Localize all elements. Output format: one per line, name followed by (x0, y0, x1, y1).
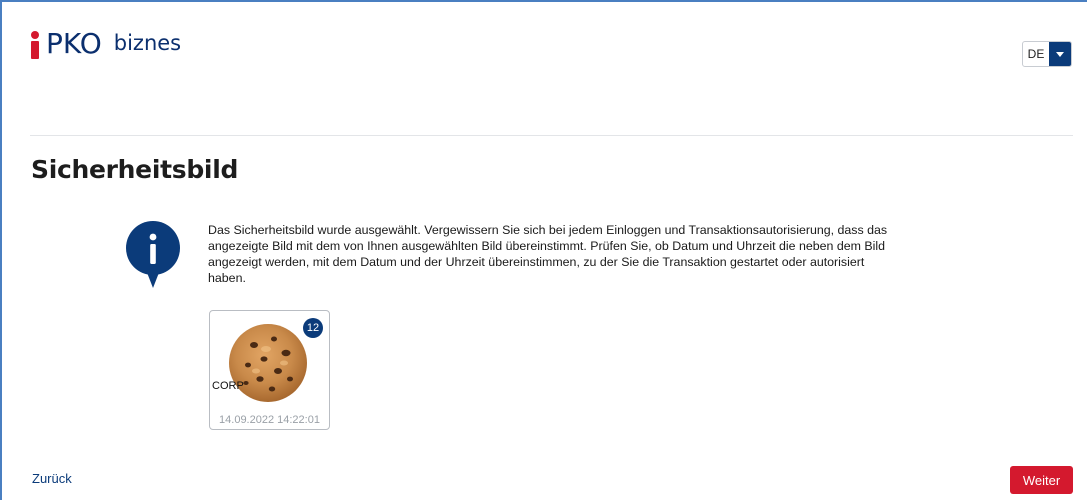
chevron-down-icon (1056, 51, 1064, 57)
security-image-card: 12 CORP 14.09.2022 14:22:01 (209, 310, 330, 430)
count-badge: 12 (303, 318, 323, 338)
back-link[interactable]: Zurück (32, 471, 72, 486)
language-select[interactable]: DE (1022, 41, 1072, 67)
logo-pko-text: PKO (46, 27, 102, 60)
info-message: Das Sicherheitsbild wurde ausgewählt. Ve… (208, 223, 888, 285)
language-dropdown-toggle[interactable] (1049, 42, 1071, 66)
security-image-label: CORP (212, 380, 244, 392)
info-icon (126, 221, 180, 288)
page-title: Sicherheitsbild (31, 155, 239, 184)
cookie-image (229, 324, 307, 402)
logo-i-mark (30, 29, 40, 59)
pko-biznes-logo: PKO biznes (30, 26, 181, 62)
logo-biznes-text: biznes (113, 30, 182, 55)
header-divider (30, 135, 1073, 136)
next-button[interactable]: Weiter (1010, 466, 1073, 494)
security-image-datetime: 14.09.2022 14:22:01 (219, 414, 320, 426)
language-value: DE (1027, 47, 1045, 61)
